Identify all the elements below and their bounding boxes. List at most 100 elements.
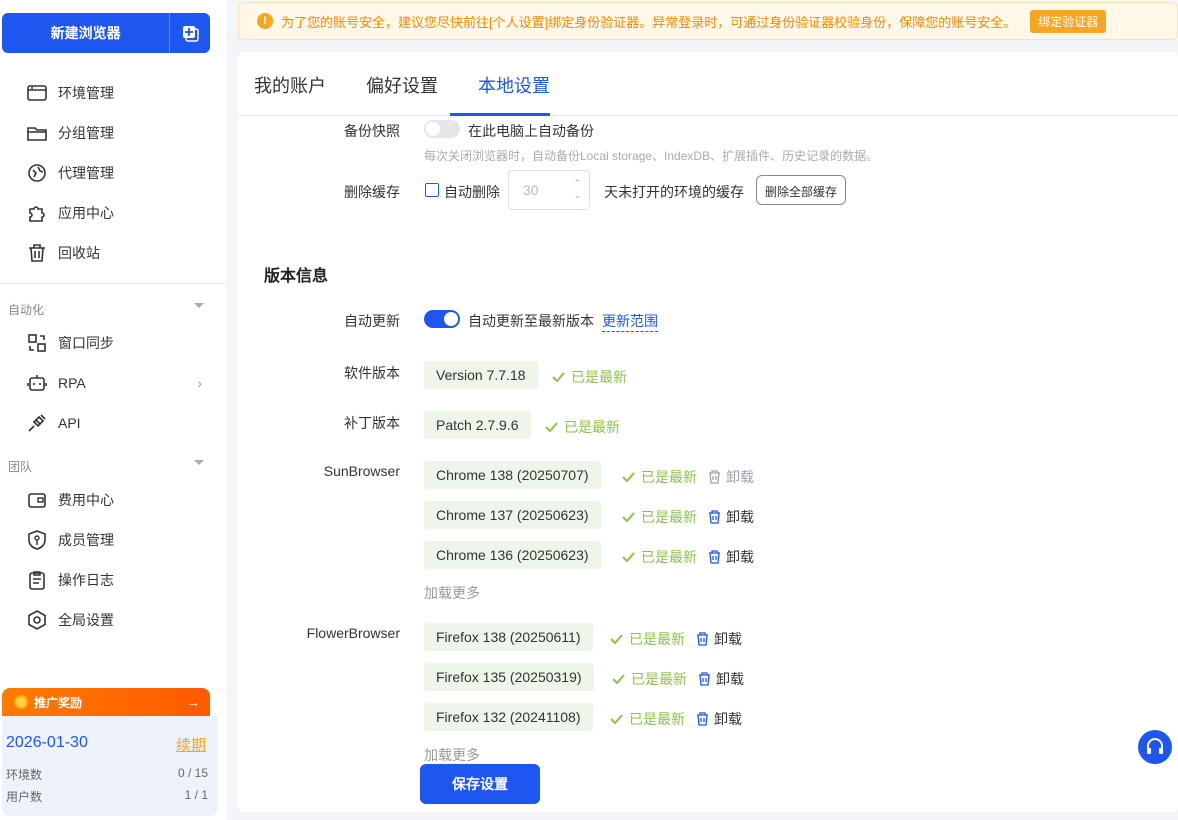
trash-icon [697, 712, 708, 726]
section-label: 自动化 [8, 303, 45, 317]
wallet-icon [28, 493, 46, 508]
sidebar-item-trash[interactable]: 回收站 [26, 241, 206, 265]
trash-icon [29, 244, 45, 262]
sidebar-item-window-sync[interactable]: 窗口同步 [26, 331, 206, 355]
backup-toggle[interactable] [424, 120, 460, 138]
plan-expiry-date: 2026-01-30 [6, 734, 88, 751]
save-settings-button[interactable]: 保存设置 [420, 764, 540, 804]
user-count-value: 1 / 1 [184, 788, 208, 802]
stepper-icon[interactable]: ⌃ ⌄ [573, 177, 581, 201]
flowerbrowser-load-more[interactable]: 加载更多 [424, 745, 480, 765]
caret-down-icon [194, 303, 204, 308]
renew-link[interactable]: 续期 [176, 734, 206, 755]
section-automation[interactable]: 自动化 [8, 301, 204, 318]
sidebar-item-label: 应用中心 [58, 205, 114, 221]
folder-icon [27, 127, 47, 141]
software-version-label: 软件版本 [344, 365, 400, 381]
browser-window-icon [27, 85, 47, 101]
tab-preferences[interactable]: 偏好设置 [366, 72, 438, 98]
tab-bar: 我的账户 偏好设置 本地设置 [238, 52, 1178, 116]
software-version-tag: Version 7.7.18 [424, 361, 538, 389]
sidebar-item-members[interactable]: 成员管理 [26, 528, 206, 552]
sidebar-item-label: 回收站 [58, 245, 100, 261]
sidebar-item-env[interactable]: 环境管理 [26, 81, 206, 105]
check-icon [552, 372, 565, 382]
sidebar-item-logs[interactable]: 操作日志 [26, 568, 206, 592]
sidebar-item-billing[interactable]: 费用中心 [26, 488, 206, 512]
trash-icon [697, 632, 708, 646]
settings-card: 我的账户 偏好设置 本地设置 备份快照 在此电脑上自动备份 每次关闭浏览器时，自… [238, 52, 1178, 812]
backup-toggle-text: 在此电脑上自动备份 [468, 123, 594, 139]
status-text: 已是最新 [631, 671, 687, 687]
flowerbrowser-version-tag: Firefox 135 (20250319) [424, 663, 594, 691]
section-label: 团队 [8, 460, 33, 474]
trash-icon [699, 672, 710, 686]
chevron-right-icon: › [197, 375, 202, 391]
status-text: 已是最新 [641, 469, 697, 485]
cache-label: 删除缓存 [344, 184, 400, 200]
update-scope-link[interactable]: 更新范围 [602, 311, 658, 332]
trash-icon [709, 510, 720, 524]
sidebar-item-label: 环境管理 [58, 85, 114, 101]
status-text: 已是最新 [629, 631, 685, 647]
caret-down-icon [194, 460, 204, 465]
sidebar-item-label: 操作日志 [58, 572, 114, 588]
bind-authenticator-button[interactable]: 绑定验证器 [1030, 9, 1107, 33]
trash-icon [709, 550, 720, 564]
sidebar-item-rpa[interactable]: RPA › [26, 371, 206, 395]
sidebar-item-group[interactable]: 分组管理 [26, 121, 206, 145]
uninstall-label: 卸载 [716, 671, 744, 687]
uninstall-button[interactable]: 卸载 [708, 467, 754, 487]
check-icon [622, 552, 635, 562]
status-text: 已是最新 [641, 509, 697, 525]
flowerbrowser-status: 已是最新 [610, 629, 685, 649]
promo-banner[interactable]: 推广奖励 → [2, 688, 210, 716]
patch-version-label: 补丁版本 [344, 415, 400, 431]
section-team[interactable]: 团队 [8, 458, 204, 475]
shield-key-icon [28, 530, 46, 550]
delete-all-cache-button[interactable]: 删除全部缓存 [756, 175, 847, 205]
uninstall-button[interactable]: 卸载 [698, 669, 744, 689]
sidebar-item-label: 分组管理 [58, 125, 114, 141]
auto-delete-checkbox[interactable] [425, 183, 439, 197]
auto-update-toggle[interactable] [424, 310, 460, 328]
sidebar-item-proxy[interactable]: 代理管理 [26, 161, 206, 185]
flowerbrowser-status: 已是最新 [610, 709, 685, 729]
check-icon [610, 714, 623, 724]
sidebar: 新建浏览器 环境管理 分组管理 代理管理 应用中心 回收站 自动化 窗口同步 R… [0, 0, 226, 820]
tab-my-account[interactable]: 我的账户 [254, 72, 326, 98]
cache-days-placeholder: 30 [523, 182, 539, 198]
patch-status: 已是最新 [545, 417, 620, 437]
cache-suffix: 天未打开的环境的缓存 [604, 184, 744, 200]
uninstall-button[interactable]: 卸载 [696, 709, 742, 729]
check-icon [545, 422, 558, 432]
env-count-row: 环境数 0 / 15 [6, 766, 208, 783]
warning-icon: ! [257, 13, 273, 29]
sidebar-item-apps[interactable]: 应用中心 [26, 201, 206, 225]
sidebar-item-label: API [58, 415, 81, 431]
arrow-right-icon: → [186, 694, 200, 710]
security-banner: ! 为了您的账号安全，建议您尽快前往[个人设置]绑定身份验证器。异常登录时，可通… [238, 2, 1178, 40]
new-browser-button[interactable]: 新建浏览器 [2, 13, 210, 53]
cache-days-input[interactable]: 30 ⌃ ⌄ [508, 170, 590, 210]
backup-hint: 每次关闭浏览器时，自动备份Local storage、IndexDB、扩展插件、… [424, 149, 879, 163]
uninstall-button[interactable]: 卸载 [708, 507, 754, 527]
plan-card: 2026-01-30 续期 环境数 0 / 15 用户数 1 / 1 [2, 716, 218, 816]
env-count-value: 0 / 15 [177, 766, 208, 780]
sunbrowser-load-more[interactable]: 加载更多 [424, 583, 480, 603]
sunbrowser-label: SunBrowser [323, 463, 400, 479]
check-icon [622, 512, 635, 522]
sidebar-item-api[interactable]: API [26, 411, 206, 435]
uninstall-button[interactable]: 卸载 [708, 547, 754, 567]
banner-text: 为了您的账号安全，建议您尽快前往[个人设置]绑定身份验证器。异常登录时，可通过身… [281, 14, 1017, 30]
new-browser-label: 新建浏览器 [50, 25, 121, 41]
sidebar-item-global-settings[interactable]: 全局设置 [26, 608, 206, 632]
customer-support-button[interactable] [1138, 730, 1172, 764]
tab-local-settings[interactable]: 本地设置 [478, 72, 550, 98]
uninstall-button[interactable]: 卸载 [696, 629, 742, 649]
flowerbrowser-version-tag: Firefox 132 (20241108) [424, 703, 593, 731]
trash-icon [709, 470, 720, 484]
window-sync-icon [28, 334, 46, 352]
add-icon[interactable] [170, 23, 210, 43]
flowerbrowser-label: FlowerBrowser [306, 625, 400, 641]
